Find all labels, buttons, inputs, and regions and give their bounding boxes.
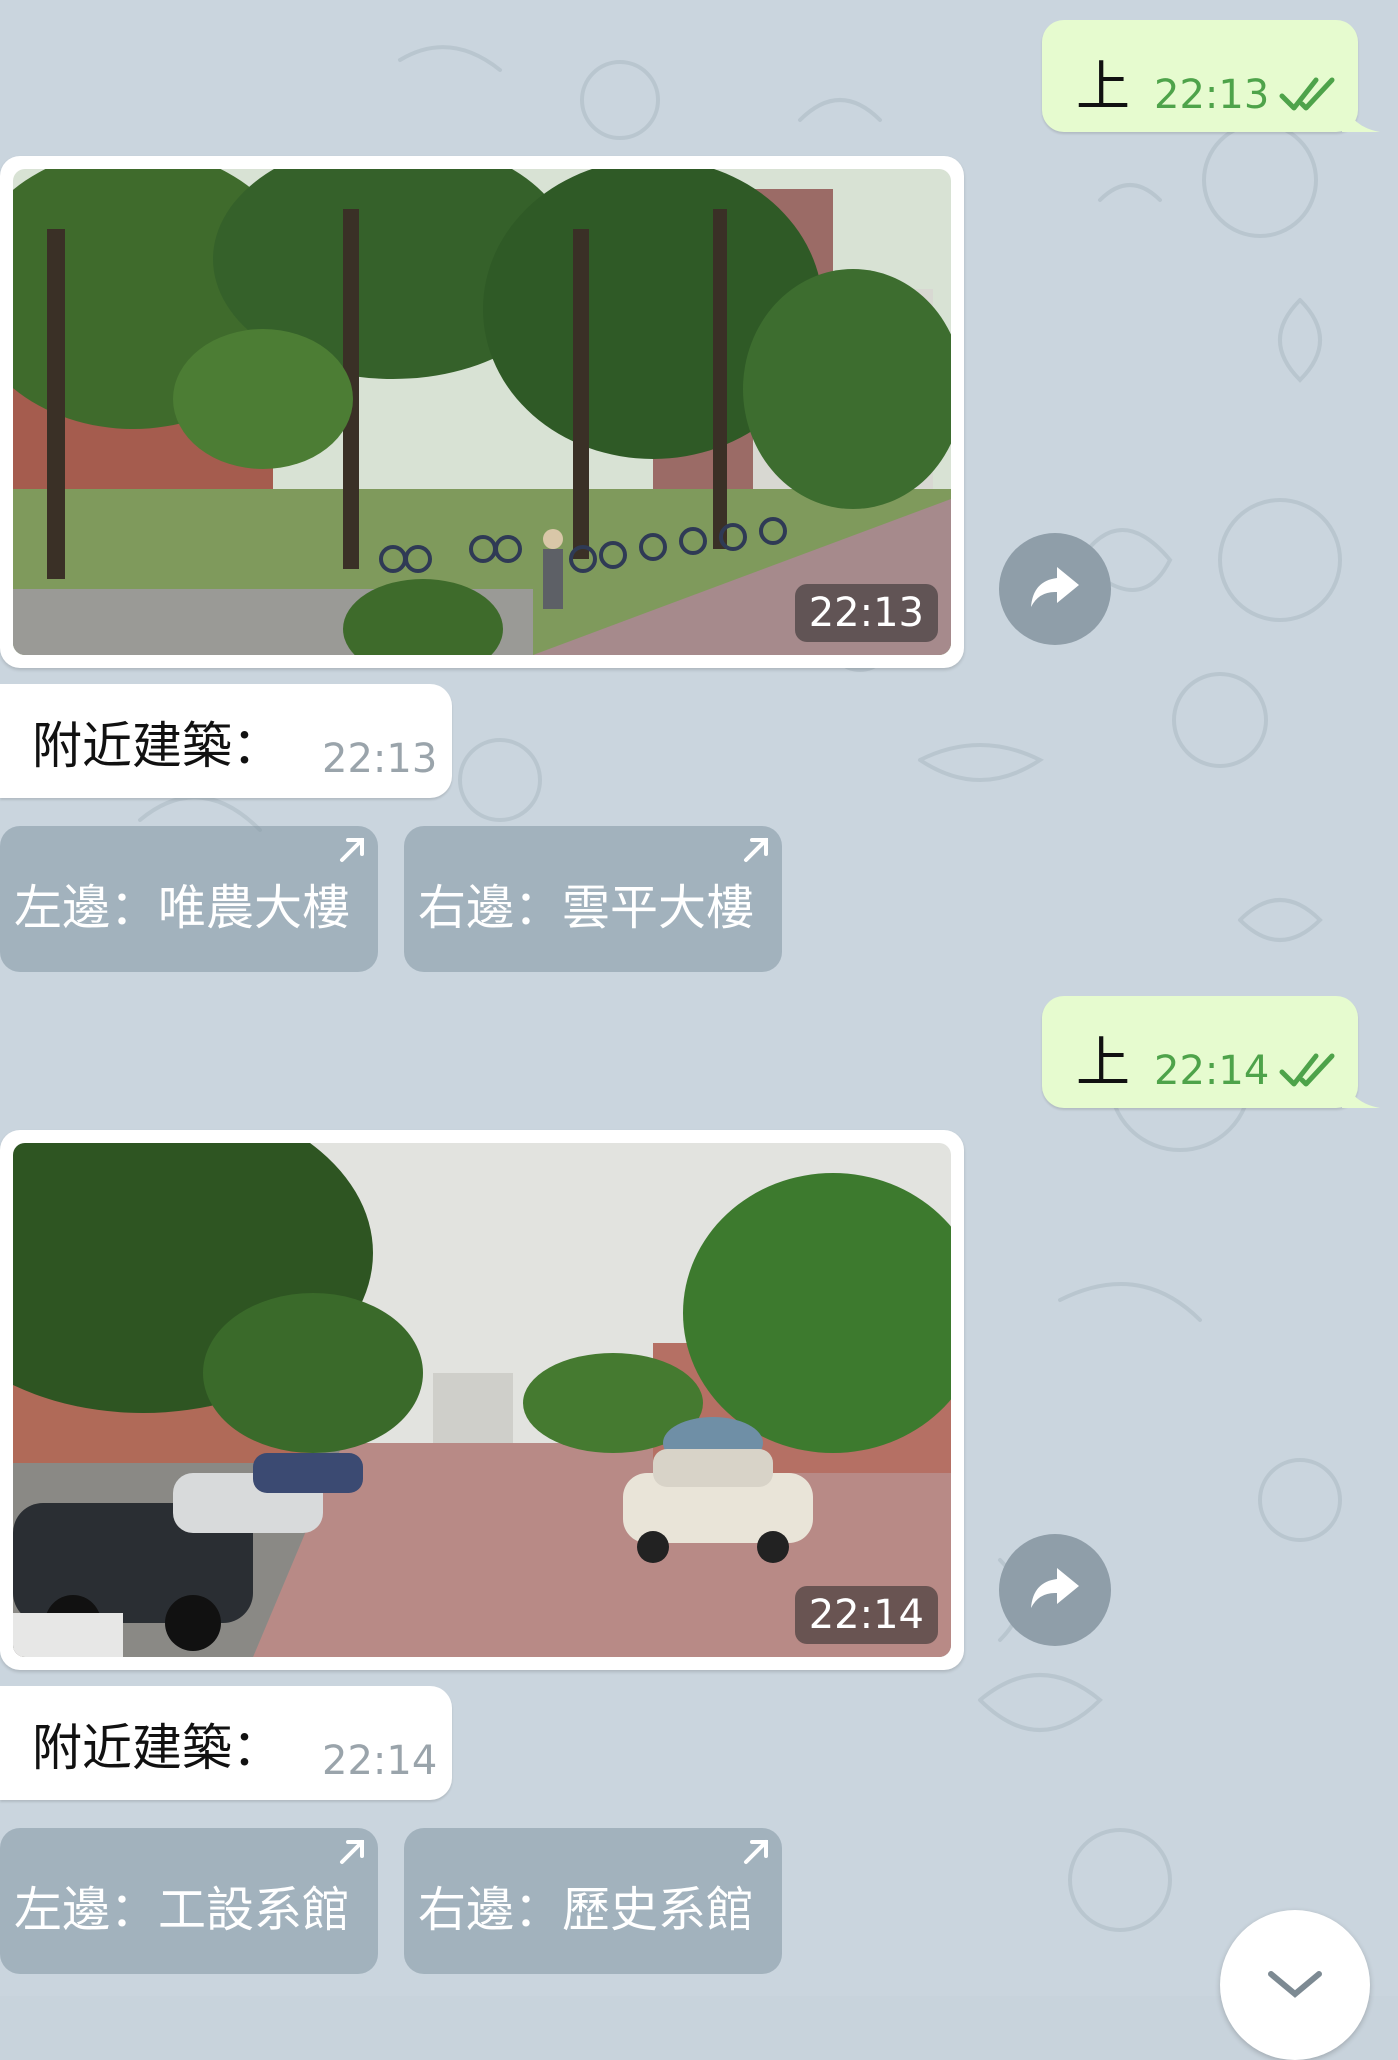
bubble-tail bbox=[1342, 92, 1380, 132]
chevron-down-icon bbox=[1265, 1968, 1325, 2002]
double-check-icon bbox=[1278, 1050, 1338, 1094]
arrow-up-right-icon bbox=[740, 1836, 772, 1872]
arrow-up-right-icon bbox=[740, 834, 772, 870]
street-view-photo[interactable] bbox=[13, 1143, 951, 1657]
street-view-photo[interactable] bbox=[13, 169, 951, 655]
photo-message[interactable]: 22:14 bbox=[0, 1130, 964, 1670]
inline-button-left[interactable]: 左邊：唯農大樓 bbox=[0, 826, 378, 972]
inline-button-right[interactable]: 右邊：歷史系館 bbox=[404, 1828, 782, 1974]
message-text: 上 bbox=[1076, 1031, 1130, 1094]
outgoing-message[interactable]: 上 22:13 bbox=[1042, 20, 1380, 132]
inline-button-right[interactable]: 右邊：雲平大樓 bbox=[404, 826, 782, 972]
bubble-tail bbox=[1342, 1068, 1380, 1108]
share-button[interactable] bbox=[999, 533, 1111, 645]
scroll-down-button[interactable] bbox=[1220, 1910, 1370, 2060]
photo-message[interactable]: 22:13 bbox=[0, 156, 964, 668]
message-time: 22:14 bbox=[1154, 1048, 1270, 1094]
inline-button-label: 右邊：歷史系館 bbox=[418, 1882, 755, 1938]
inline-button-label: 左邊：工設系館 bbox=[14, 1882, 351, 1938]
message-time: 22:13 bbox=[1154, 72, 1270, 118]
message-text: 附近建築： bbox=[32, 1719, 282, 1777]
inline-button-label: 左邊：唯農大樓 bbox=[14, 880, 351, 936]
arrow-up-right-icon bbox=[336, 1836, 368, 1872]
message-time: 22:13 bbox=[322, 736, 438, 782]
incoming-message[interactable]: 附近建築： 22:14 bbox=[0, 1686, 452, 1800]
message-text: 上 bbox=[1076, 55, 1130, 118]
arrow-up-right-icon bbox=[336, 834, 368, 870]
message-time: 22:14 bbox=[322, 1738, 438, 1784]
photo-timestamp: 22:13 bbox=[794, 584, 938, 642]
message-text: 附近建築： bbox=[32, 717, 282, 775]
share-button[interactable] bbox=[999, 1534, 1111, 1646]
photo-timestamp: 22:14 bbox=[794, 1586, 938, 1644]
inline-button-label: 右邊：雲平大樓 bbox=[418, 880, 755, 936]
inline-button-left[interactable]: 左邊：工設系館 bbox=[0, 1828, 378, 1974]
double-check-icon bbox=[1278, 74, 1338, 118]
outgoing-message[interactable]: 上 22:14 bbox=[1042, 996, 1380, 1108]
share-icon bbox=[1027, 1564, 1083, 1616]
incoming-message[interactable]: 附近建築： 22:13 bbox=[0, 684, 452, 798]
share-icon bbox=[1027, 563, 1083, 615]
